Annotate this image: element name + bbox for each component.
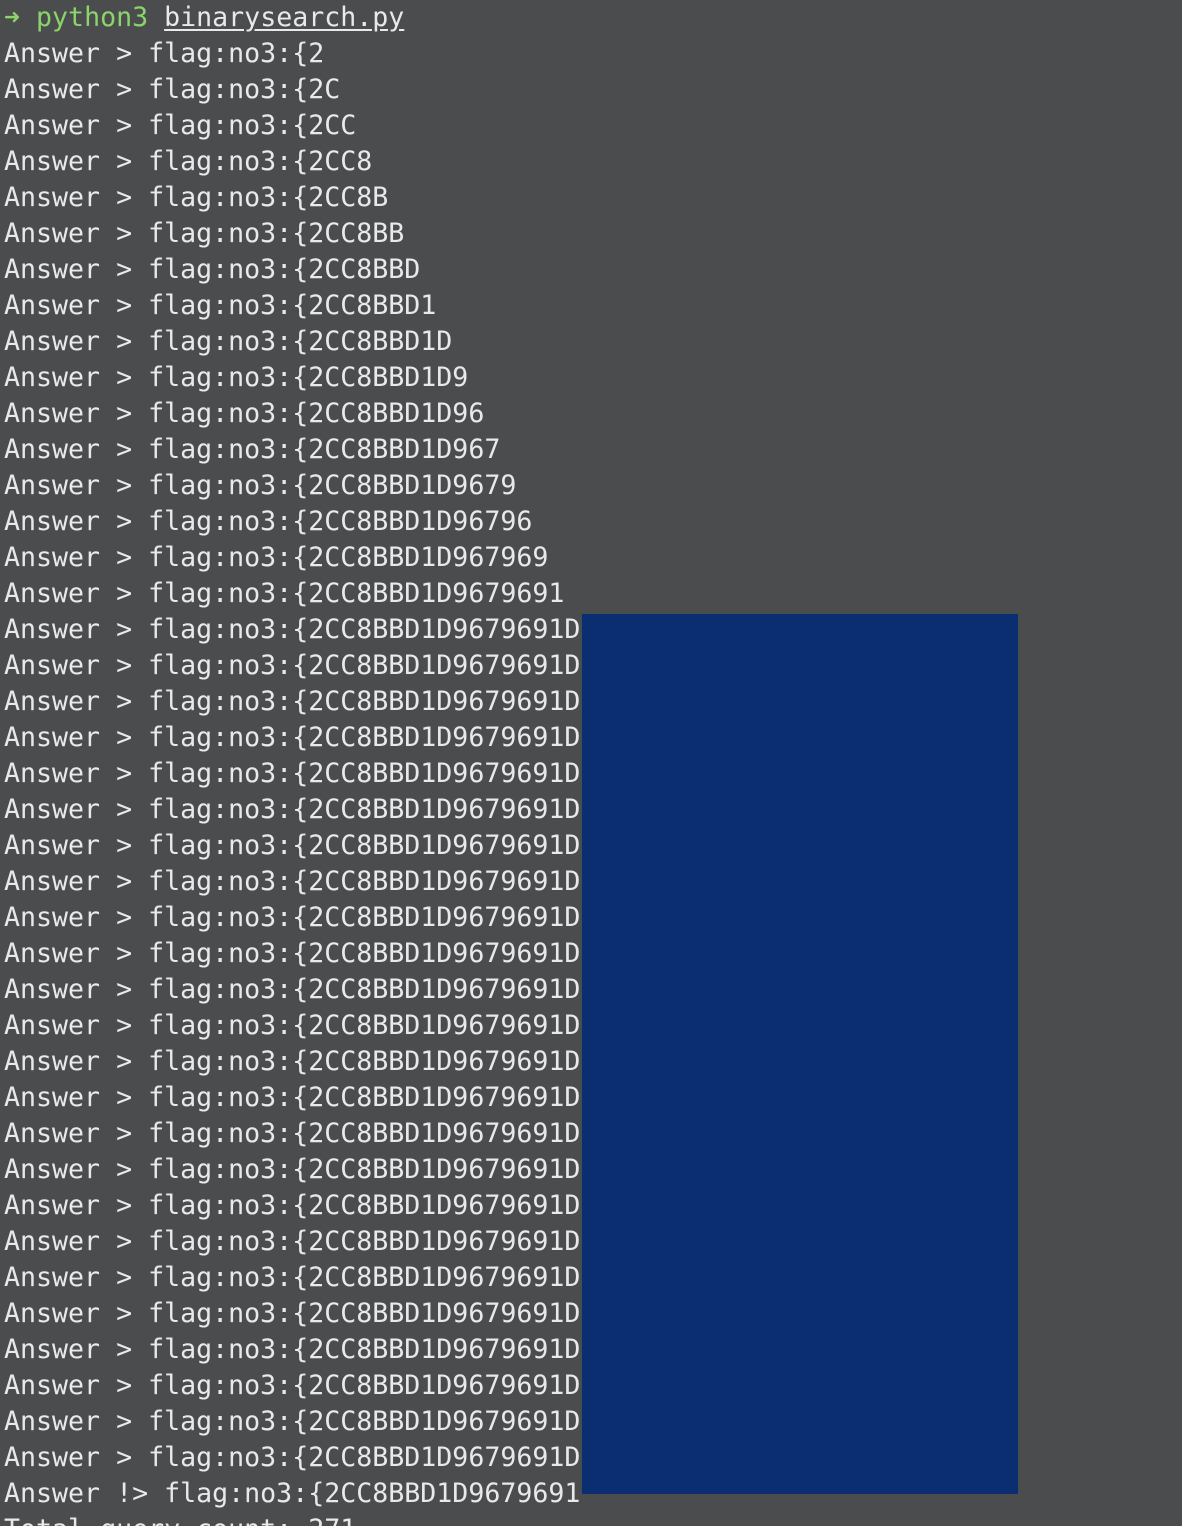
command-name: python3 (36, 2, 149, 33)
output-line: Answer > flag:no3:{2CC8 (4, 146, 373, 177)
query-count-line: Total query count: 271 (4, 1512, 580, 1526)
output-line: Answer > flag:no3:{2CC8BBD1D9679691D (4, 1046, 581, 1077)
output-line: Answer > flag:no3:{2CC8BBD1D9679691D (4, 794, 581, 825)
output-line: Answer > flag:no3:{2CC8BBD1D9679691D (4, 1154, 581, 1185)
output-line: Answer > flag:no3:{2CC8BBD1D9679691D (4, 1370, 581, 1401)
output-line: Answer > flag:no3:{2CC8BBD1D9679691D (4, 614, 581, 645)
script-filename[interactable]: binarysearch.py (164, 2, 404, 33)
output-line: Answer > flag:no3:{2CC8BBD1 (4, 290, 437, 321)
output-line: Answer > flag:no3:{2CC8BBD1D9679691D (4, 1010, 581, 1041)
output-line: Answer > flag:no3:{2CC8BBD1D9679691D (4, 866, 581, 897)
output-line: Answer > flag:no3:{2CC8BBD1D9679691D (4, 1442, 581, 1473)
output-line: Answer > flag:no3:{2C (4, 74, 341, 105)
output-line: Answer > flag:no3:{2CC8BBD (4, 254, 421, 285)
output-line: Answer > flag:no3:{2CC8BBD1D96 (4, 398, 485, 429)
output-line: Answer > flag:no3:{2CC (4, 110, 357, 141)
prompt-arrow-icon: ➜ (4, 2, 21, 33)
output-line: Answer > flag:no3:{2CC8BBD1D9679691D (4, 686, 581, 717)
redaction-box (582, 614, 1018, 1494)
output-line: Answer > flag:no3:{2 (4, 38, 325, 69)
output-line: Answer > flag:no3:{2CC8BBD1D9679 (4, 470, 517, 501)
output-line: Answer > flag:no3:{2CC8BBD1D967 (4, 434, 501, 465)
output-line: Answer > flag:no3:{2CC8BB (4, 218, 405, 249)
output-line: Answer > flag:no3:{2CC8BBD1D9679691D (4, 1082, 581, 1113)
output-line: Answer > flag:no3:{2CC8BBD1D9679691D (4, 758, 581, 789)
output-line: Answer > flag:no3:{2CC8BBD1D9679691D (4, 1298, 581, 1329)
output-line: Answer > flag:no3:{2CC8BBD1D9679691D (4, 830, 581, 861)
output-line: Answer > flag:no3:{2CC8BBD1D9679691 (4, 578, 565, 609)
output-line: Answer > flag:no3:{2CC8BBD1D9679691D (4, 1118, 581, 1149)
terminal-output: ➜ python3 binarysearch.py Answer > flag:… (4, 0, 580, 1526)
output-line: Answer > flag:no3:{2CC8BBD1D9679691D (4, 650, 581, 681)
output-line: Answer > flag:no3:{2CC8B (4, 182, 389, 213)
output-line: Answer > flag:no3:{2CC8BBD1D9679691D (4, 902, 581, 933)
output-line: Answer > flag:no3:{2CC8BBD1D9679691D (4, 1406, 581, 1437)
output-line: Answer > flag:no3:{2CC8BBD1D9679691D (4, 938, 581, 969)
terminal-window[interactable]: ➜ python3 binarysearch.py Answer > flag:… (0, 0, 1182, 1526)
output-line: Answer > flag:no3:{2CC8BBD1D (4, 326, 453, 357)
output-line: Answer > flag:no3:{2CC8BBD1D9 (4, 362, 469, 393)
output-line: Answer > flag:no3:{2CC8BBD1D96796 (4, 506, 533, 537)
output-line: Answer > flag:no3:{2CC8BBD1D967969 (4, 542, 549, 573)
output-line: Answer > flag:no3:{2CC8BBD1D9679691D (4, 1190, 581, 1221)
output-line: Answer > flag:no3:{2CC8BBD1D9679691D (4, 722, 581, 753)
prompt-line: ➜ python3 binarysearch.py (4, 0, 580, 36)
output-line: Answer !> flag:no3:{2CC8BBD1D9679691 (4, 1478, 581, 1509)
output-line: Answer > flag:no3:{2CC8BBD1D9679691D (4, 1262, 581, 1293)
output-line: Answer > flag:no3:{2CC8BBD1D9679691D (4, 974, 581, 1005)
output-line: Answer > flag:no3:{2CC8BBD1D9679691D (4, 1334, 581, 1365)
output-line: Answer > flag:no3:{2CC8BBD1D9679691D (4, 1226, 581, 1257)
